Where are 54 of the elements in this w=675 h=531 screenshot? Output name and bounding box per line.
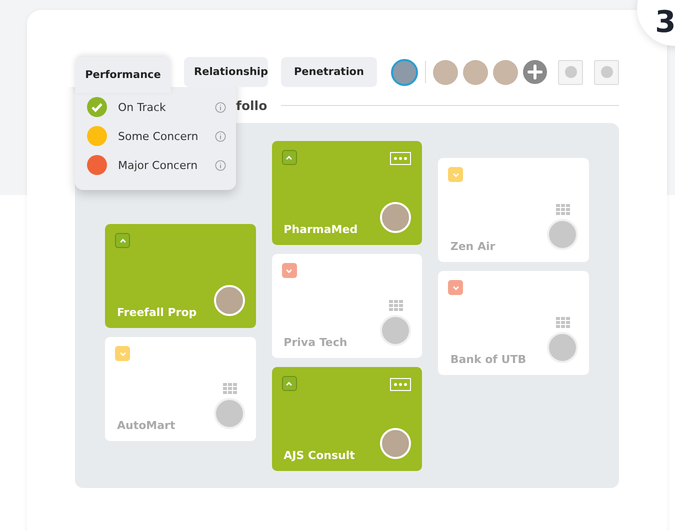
avatar[interactable] (391, 58, 418, 86)
chevron-up-icon[interactable] (115, 233, 130, 248)
avatar[interactable] (433, 60, 458, 84)
info-icon[interactable] (215, 102, 226, 112)
status-label: On Track (118, 100, 167, 114)
status-label: Some Concern (118, 130, 200, 142)
avatar (380, 315, 412, 346)
avatar[interactable] (463, 60, 488, 84)
chevron-down-icon[interactable] (115, 346, 130, 361)
account-name: Zen Air (450, 240, 496, 253)
avatar (547, 332, 578, 363)
account-card[interactable]: AJS Consult (272, 367, 422, 471)
info-icon[interactable] (215, 130, 226, 142)
account-name: Bank of UTB (450, 353, 526, 366)
status-dot[interactable] (87, 126, 107, 146)
tab[interactable]: Penetration (281, 57, 377, 87)
grid-icon[interactable] (556, 204, 570, 215)
avatar (214, 285, 245, 316)
account-card[interactable]: AutoMart (105, 337, 256, 441)
chevron-down-icon[interactable] (448, 280, 464, 295)
avatar (214, 398, 245, 429)
check-icon[interactable] (87, 97, 107, 117)
chevron-down-icon[interactable] (282, 263, 297, 278)
grid-icon[interactable] (389, 300, 404, 311)
account-name: PharmaMed (284, 223, 358, 236)
section-heading: follo (236, 98, 268, 113)
tab[interactable]: Relationship (184, 57, 268, 87)
account-name: Freefall Prop (117, 306, 197, 319)
account-card[interactable]: Bank of UTB (438, 271, 590, 375)
tab[interactable]: Performance (75, 57, 171, 93)
status-label: Major Concern (118, 158, 199, 172)
grid-icon[interactable] (222, 383, 237, 394)
toggle-button[interactable] (558, 60, 583, 84)
status-dot[interactable] (87, 155, 107, 175)
chevron-down-icon[interactable] (448, 167, 464, 182)
add-icon[interactable] (523, 60, 547, 84)
more-icon[interactable] (390, 152, 412, 165)
avatar (380, 202, 412, 233)
account-name: AJS Consult (284, 449, 355, 462)
more-icon[interactable] (390, 378, 412, 391)
toggle-button[interactable] (594, 60, 619, 84)
account-card[interactable]: Priva Tech (272, 254, 422, 358)
info-icon[interactable] (215, 160, 226, 170)
avatar[interactable] (493, 60, 518, 84)
chevron-up-icon[interactable] (282, 150, 297, 165)
avatar (380, 428, 412, 459)
account-name: AutoMart (117, 419, 176, 432)
account-card[interactable]: Zen Air (438, 158, 590, 262)
account-name: Priva Tech (284, 336, 348, 349)
account-card[interactable]: Freefall Prop (105, 224, 256, 328)
chevron-up-icon[interactable] (282, 376, 297, 391)
avatar (547, 219, 578, 250)
grid-icon[interactable] (556, 317, 570, 328)
account-card[interactable]: PharmaMed (272, 141, 422, 245)
